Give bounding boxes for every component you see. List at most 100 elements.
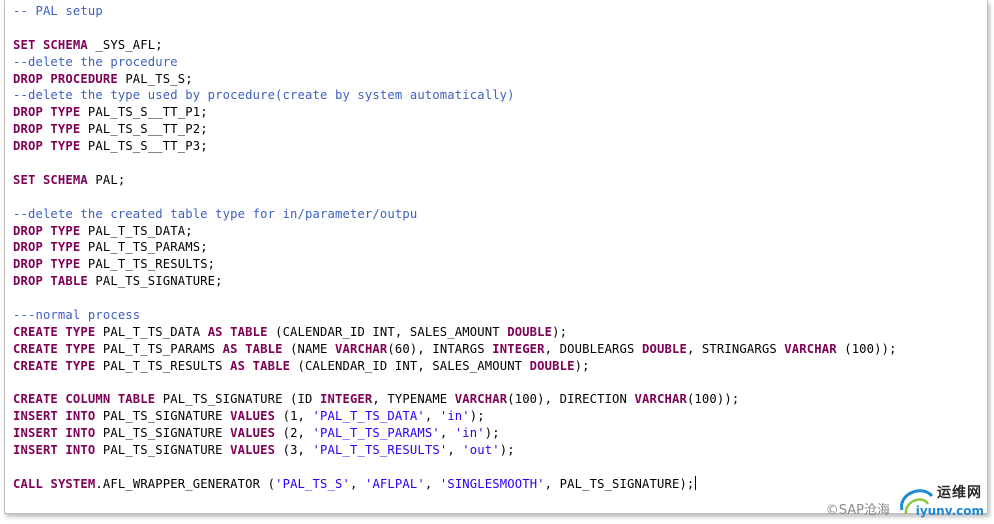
code-line[interactable]: SET SCHEMA PAL; xyxy=(13,172,897,189)
code-token: .AFL_WRAPPER_GENERATOR ( xyxy=(95,476,276,491)
string-token: 'AFLPAL' xyxy=(364,476,425,491)
keyword-token: AS TABLE xyxy=(230,358,291,373)
code-line[interactable]: -- PAL setup xyxy=(13,3,897,20)
keyword-token: INSERT INTO xyxy=(13,443,96,458)
code-token: ); xyxy=(574,358,590,373)
keyword-token: INSERT INTO xyxy=(13,426,96,441)
code-token: (60), INTARGS xyxy=(387,341,493,356)
keyword-token: CALL xyxy=(13,476,43,491)
string-token: 'out' xyxy=(462,443,500,458)
code-token: ); xyxy=(469,409,485,424)
keyword-token: VALUES xyxy=(230,409,276,424)
keyword-token: DROP TYPE xyxy=(13,139,81,154)
code-line[interactable]: CREATE TYPE PAL_T_TS_DATA AS TABLE (CALE… xyxy=(13,324,897,341)
code-line[interactable]: INSERT INTO PAL_TS_SIGNATURE VALUES (2, … xyxy=(13,425,897,442)
comment-token: --delete the procedure xyxy=(13,54,178,69)
code-line[interactable]: DROP TYPE PAL_T_TS_PARAMS; xyxy=(13,239,897,256)
keyword-token: DOUBLE xyxy=(642,341,687,356)
code-token: (CALENDAR_ID INT, SALES_AMOUNT xyxy=(290,358,530,373)
code-line[interactable]: ​ xyxy=(13,459,897,476)
code-line[interactable]: --delete the procedure xyxy=(13,54,897,71)
code-line[interactable]: --delete the created table type for in/p… xyxy=(13,206,897,223)
code-token: PAL_TS_S__TT_P3; xyxy=(80,139,208,154)
code-line[interactable]: DROP TYPE PAL_T_TS_RESULTS; xyxy=(13,256,897,273)
code-line[interactable]: CREATE TYPE PAL_T_TS_RESULTS AS TABLE (C… xyxy=(13,358,897,375)
code-token: _SYS_AFL; xyxy=(87,37,163,52)
keyword-token: AS TABLE xyxy=(222,341,283,356)
code-token: PAL_T_TS_DATA xyxy=(95,324,208,339)
string-token: 'SINGLESMOOTH' xyxy=(439,476,545,491)
code-line[interactable]: CALL SYSTEM.AFL_WRAPPER_GENERATOR ('PAL_… xyxy=(13,475,897,493)
code-line[interactable]: ​ xyxy=(13,290,897,307)
code-token: PAL_TS_SIGNATURE xyxy=(95,443,231,458)
code-line[interactable]: INSERT INTO PAL_TS_SIGNATURE VALUES (1, … xyxy=(13,408,897,425)
keyword-token: DROP TYPE xyxy=(13,257,81,272)
code-token: , xyxy=(349,476,365,491)
code-line[interactable]: DROP TYPE PAL_T_TS_DATA; xyxy=(13,223,897,240)
code-line[interactable]: DROP PROCEDURE PAL_TS_S; xyxy=(13,71,897,88)
string-token: 'in' xyxy=(439,409,470,424)
code-line[interactable]: ​ xyxy=(13,375,897,392)
code-line[interactable]: DROP TYPE PAL_TS_S__TT_P3; xyxy=(13,138,897,155)
string-token: 'PAL_T_TS_RESULTS' xyxy=(312,443,448,458)
watermark: ©SAP沧海 运维网 iyunv.com xyxy=(826,480,986,520)
keyword-token: INSERT INTO xyxy=(13,409,96,424)
code-token: ); xyxy=(499,443,515,458)
keyword-token: VALUES xyxy=(230,443,276,458)
keyword-token: CREATE COLUMN TABLE xyxy=(13,392,156,407)
keyword-token: VALUES xyxy=(230,426,276,441)
code-token: PAL_TS_S; xyxy=(117,71,193,86)
code-line[interactable]: ---normal process xyxy=(13,307,897,324)
code-line[interactable]: ​ xyxy=(13,189,897,206)
code-token: , xyxy=(424,476,440,491)
code-line[interactable]: --delete the type used by procedure(crea… xyxy=(13,87,897,104)
keyword-token: AS TABLE xyxy=(207,324,268,339)
code-token: , DOUBLEARGS xyxy=(544,341,643,356)
code-line[interactable]: CREATE COLUMN TABLE PAL_TS_SIGNATURE (ID… xyxy=(13,391,897,408)
keyword-token: VARCHAR xyxy=(335,341,388,356)
code-line[interactable]: DROP TYPE PAL_TS_S__TT_P1; xyxy=(13,104,897,121)
code-token: ); xyxy=(484,426,500,441)
sql-editor[interactable]: -- PAL setup​SET SCHEMA _SYS_AFL;--delet… xyxy=(4,0,988,514)
code-line[interactable]: ​ xyxy=(13,155,897,172)
string-token: 'PAL_T_TS_PARAMS' xyxy=(312,426,440,441)
keyword-token: INTEGER xyxy=(492,341,545,356)
code-token: (1, xyxy=(275,409,313,424)
keyword-token: VARCHAR xyxy=(784,341,837,356)
keyword-token: DROP PROCEDURE xyxy=(13,71,118,86)
code-token: (100)); xyxy=(836,341,897,356)
code-token: PAL_TS_SIGNATURE (ID xyxy=(155,392,320,407)
code-token: (100)); xyxy=(686,392,740,407)
code-area[interactable]: -- PAL setup​SET SCHEMA _SYS_AFL;--delet… xyxy=(13,3,897,493)
keyword-token: DOUBLE xyxy=(507,324,553,339)
keyword-token: SET SCHEMA xyxy=(13,37,88,52)
code-token: PAL_TS_S__TT_P2; xyxy=(80,122,208,137)
code-line[interactable]: ​ xyxy=(13,20,897,37)
code-line[interactable]: SET SCHEMA _SYS_AFL; xyxy=(13,37,897,54)
keyword-token: VARCHAR xyxy=(634,392,687,407)
code-token: PAL_T_TS_RESULTS xyxy=(95,358,231,373)
code-token: , xyxy=(424,409,440,424)
code-token: (NAME xyxy=(282,341,335,356)
code-line[interactable]: INSERT INTO PAL_TS_SIGNATURE VALUES (3, … xyxy=(13,442,897,459)
keyword-token: DOUBLE xyxy=(529,358,575,373)
code-token: PAL_TS_SIGNATURE xyxy=(95,426,231,441)
keyword-token: SET SCHEMA xyxy=(13,172,88,187)
code-line[interactable]: CREATE TYPE PAL_T_TS_PARAMS AS TABLE (NA… xyxy=(13,341,897,358)
code-token: , PAL_TS_SIGNATURE); xyxy=(544,476,695,491)
comment-token: -- PAL setup xyxy=(13,4,103,18)
code-token: PAL_TS_S__TT_P1; xyxy=(80,105,208,120)
code-line[interactable]: DROP TABLE PAL_TS_SIGNATURE; xyxy=(13,273,897,290)
code-token: (3, xyxy=(275,443,313,458)
code-token: , xyxy=(439,426,455,441)
text-cursor xyxy=(695,475,697,490)
code-line[interactable]: DROP TYPE PAL_TS_S__TT_P2; xyxy=(13,121,897,138)
keyword-token: DROP TYPE xyxy=(13,122,81,137)
code-token: PAL_T_TS_DATA; xyxy=(80,223,193,238)
watermark-brand-cn: 运维网 xyxy=(937,485,982,501)
code-token: PAL; xyxy=(87,172,126,187)
code-token: PAL_T_TS_PARAMS xyxy=(95,341,223,356)
code-token: PAL_TS_SIGNATURE xyxy=(95,409,231,424)
keyword-token: DROP TYPE xyxy=(13,223,81,238)
string-token: 'PAL_T_TS_DATA' xyxy=(312,409,425,424)
